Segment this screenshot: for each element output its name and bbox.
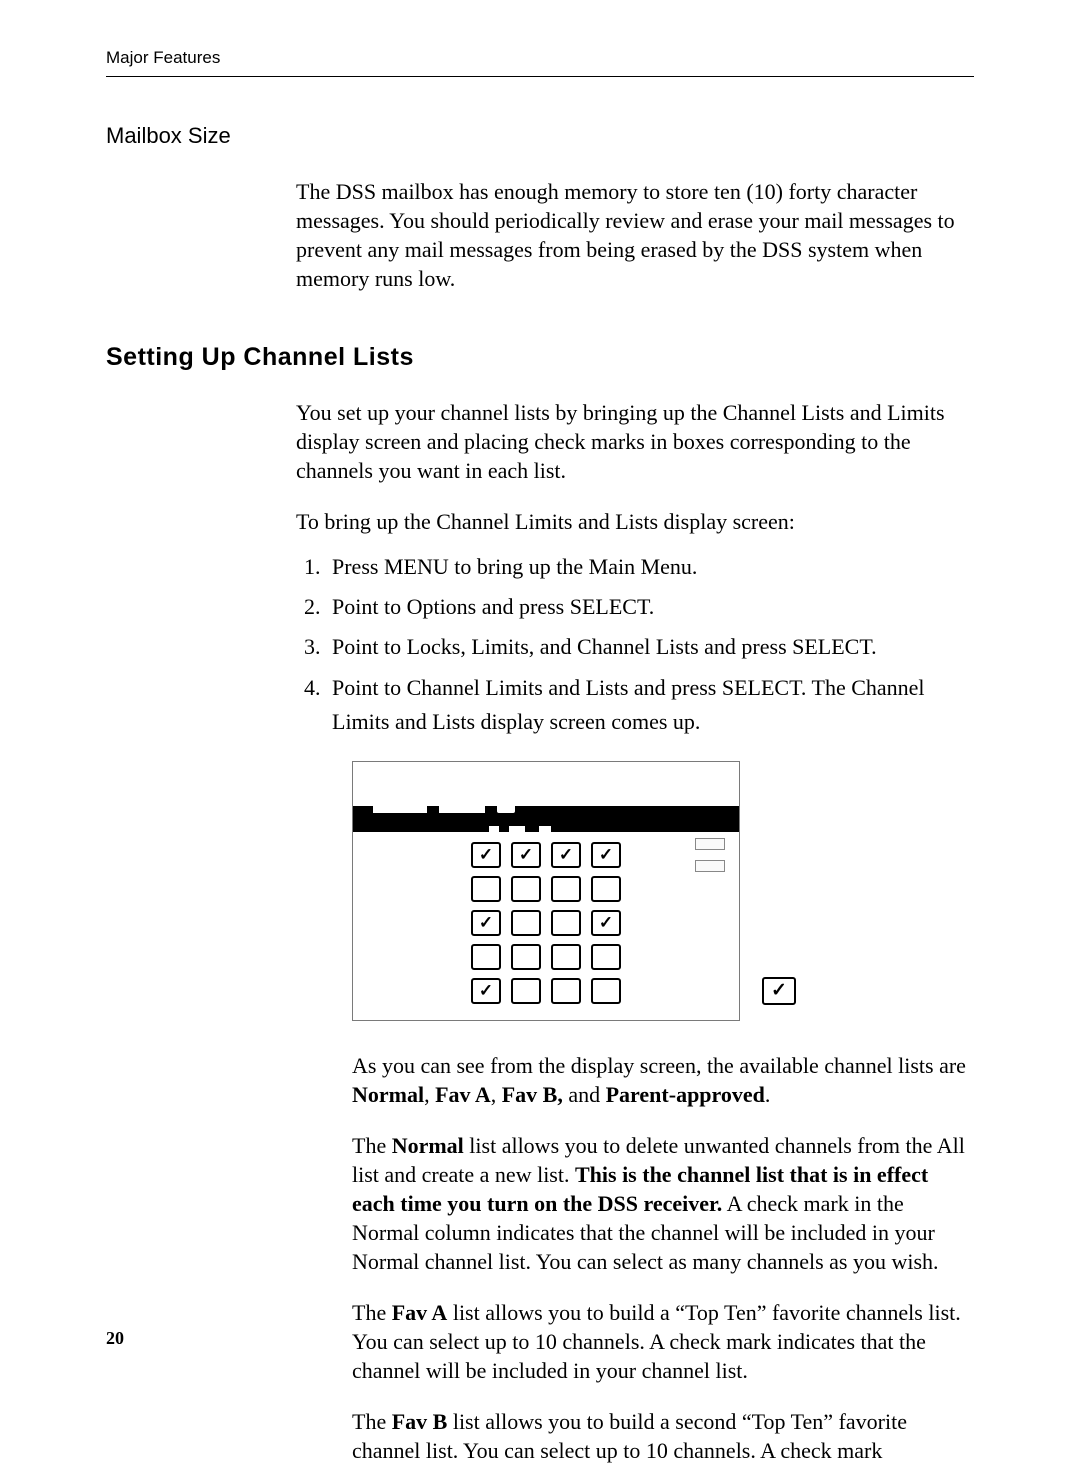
figure-block: As you can see from the display screen, … xyxy=(352,761,974,1465)
document-page: Major Features Mailbox Size The DSS mail… xyxy=(0,0,1080,1397)
checkbox-icon xyxy=(471,910,501,936)
checkbox-icon xyxy=(511,944,541,970)
checkbox-icon xyxy=(471,978,501,1004)
checkbox-grid xyxy=(353,832,739,1004)
checkbox-icon xyxy=(551,842,581,868)
page-number: 20 xyxy=(106,1328,124,1349)
checkbox-icon xyxy=(471,842,501,868)
checkbox-icon xyxy=(551,944,581,970)
screenshot-header-bar xyxy=(353,806,739,832)
checkbox-icon xyxy=(511,978,541,1004)
checkbox-icon xyxy=(551,876,581,902)
checkbox-icon xyxy=(471,876,501,902)
after-paragraph-1: As you can see from the display screen, … xyxy=(352,1051,974,1109)
checkbox-icon xyxy=(551,978,581,1004)
checkbox-icon xyxy=(471,944,501,970)
step-item: Press MENU to bring up the Main Menu. xyxy=(326,550,974,584)
channel-lists-screenshot xyxy=(352,761,740,1021)
running-header: Major Features xyxy=(106,48,974,77)
steps-list: Press MENU to bring up the Main Menu. Po… xyxy=(296,550,974,738)
step-item: Point to Channel Limits and Lists and pr… xyxy=(326,671,974,739)
section-intro: You set up your channel lists by bringin… xyxy=(296,398,974,485)
checkbox-icon xyxy=(551,910,581,936)
screenshot-side-bars xyxy=(695,838,725,882)
section-heading: Setting Up Channel Lists xyxy=(106,343,974,372)
after-paragraph-3: The Fav A list allows you to build a “To… xyxy=(352,1298,974,1385)
checkbox-icon xyxy=(511,910,541,936)
after-paragraph-4: The Fav B list allows you to build a sec… xyxy=(352,1407,974,1465)
section-lead: To bring up the Channel Limits and Lists… xyxy=(296,507,974,536)
mailbox-size-paragraph: The DSS mailbox has enough memory to sto… xyxy=(296,177,974,293)
step-item: Point to Locks, Limits, and Channel List… xyxy=(326,630,974,664)
mailbox-size-heading: Mailbox Size xyxy=(106,123,974,149)
callout-checkbox-icon xyxy=(762,977,796,1005)
checkbox-icon xyxy=(591,944,621,970)
checkbox-icon xyxy=(591,876,621,902)
checkbox-icon xyxy=(591,910,621,936)
checkbox-icon xyxy=(511,842,541,868)
checkbox-icon xyxy=(511,876,541,902)
step-item: Point to Options and press SELECT. xyxy=(326,590,974,624)
checkbox-icon xyxy=(591,978,621,1004)
checkbox-icon xyxy=(591,842,621,868)
after-paragraph-2: The Normal list allows you to delete unw… xyxy=(352,1131,974,1276)
